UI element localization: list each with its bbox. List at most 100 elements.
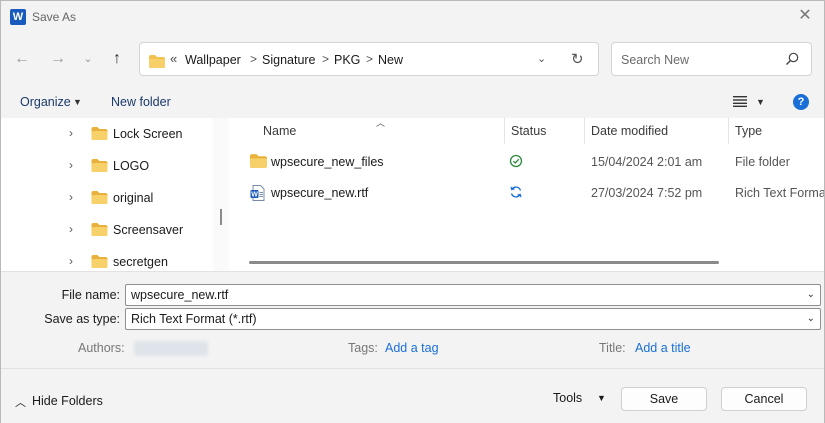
available-status-icon: [509, 154, 523, 168]
sync-status-icon: [510, 186, 522, 198]
command-bar: Organize ▼ New folder ▼ ?: [1, 87, 824, 117]
tree-item-label: secretgen: [113, 255, 168, 269]
file-row[interactable]: wpsecure_new_files 15/04/2024 2:01 am Fi…: [229, 147, 824, 177]
tree-item[interactable]: › original: [1, 183, 213, 211]
save-button[interactable]: Save: [621, 387, 707, 411]
hide-folders-button[interactable]: ︿ Hide Folders: [15, 394, 105, 410]
folder-icon: [91, 127, 108, 140]
chevron-down-icon[interactable]: ⌄: [807, 289, 815, 300]
recent-locations-chevron-icon[interactable]: ⌄: [76, 47, 100, 71]
breadcrumb-prefix[interactable]: «: [170, 51, 177, 66]
chevron-right-icon[interactable]: ›: [69, 254, 73, 268]
add-title-link[interactable]: Add a title: [635, 341, 691, 355]
window-title: Save As: [32, 10, 77, 24]
chevron-right-icon[interactable]: ›: [69, 158, 73, 172]
tree-item-label: Lock Screen: [113, 127, 183, 141]
navigation-pane[interactable]: › Lock Screen › LOGO › original › Screen…: [1, 118, 229, 271]
tree-item[interactable]: › secretgen: [1, 247, 213, 271]
column-header-status[interactable]: Status: [511, 124, 546, 138]
breadcrumb-signature[interactable]: Signature: [262, 53, 316, 67]
new-folder-button[interactable]: New folder: [111, 95, 171, 109]
file-name: wpsecure_new_files: [271, 155, 384, 169]
help-icon[interactable]: ?: [793, 94, 809, 110]
add-tag-link[interactable]: Add a tag: [385, 341, 439, 355]
back-arrow-icon[interactable]: ←: [10, 47, 34, 71]
author-value[interactable]: [134, 341, 208, 356]
navigation-pane-scrollbar[interactable]: [213, 118, 229, 271]
column-header-type[interactable]: Type: [735, 124, 762, 138]
title-bar: W Save As ✕: [1, 1, 824, 33]
chevron-right-icon[interactable]: ›: [69, 190, 73, 204]
save-as-dialog: W Save As ✕ ← → ⌄ ↑ « Wallpaper > Signat…: [0, 0, 825, 423]
hide-folders-label: Hide Folders: [32, 394, 103, 408]
caret-down-icon[interactable]: ▼: [597, 393, 606, 403]
close-icon[interactable]: ✕: [794, 6, 816, 28]
column-divider[interactable]: [504, 118, 505, 144]
search-icon[interactable]: [785, 52, 799, 66]
file-name-field[interactable]: wpsecure_new.rtf ⌄: [125, 284, 821, 306]
search-placeholder: Search New: [621, 53, 690, 67]
tree-item[interactable]: › LOGO: [1, 151, 213, 179]
breadcrumb-pkg[interactable]: PKG: [334, 53, 360, 67]
caret-down-icon[interactable]: ▼: [756, 97, 765, 107]
column-header-date-modified[interactable]: Date modified: [591, 124, 668, 138]
column-header-name[interactable]: Name: [263, 124, 296, 138]
scrollbar-thumb[interactable]: [220, 209, 222, 225]
organize-button[interactable]: Organize: [20, 95, 71, 109]
folder-icon: [91, 223, 108, 236]
file-type: File folder: [735, 155, 790, 169]
breadcrumb-separator[interactable]: >: [250, 52, 257, 66]
folder-icon: [250, 154, 267, 168]
save-as-type-label: Save as type:: [44, 312, 120, 326]
breadcrumb-separator[interactable]: >: [366, 52, 373, 66]
authors-label: Authors:: [78, 341, 125, 355]
forward-arrow-icon[interactable]: →: [46, 47, 70, 71]
folder-icon: [91, 159, 108, 172]
file-list[interactable]: Name ︿ Status Date modified Type wpsecur…: [229, 118, 824, 271]
caret-down-icon[interactable]: ▼: [73, 97, 82, 107]
view-options-icon[interactable]: [733, 95, 747, 107]
chevron-right-icon[interactable]: ›: [69, 126, 73, 140]
title-label: Title:: [599, 341, 626, 355]
up-arrow-icon[interactable]: ↑: [105, 47, 129, 71]
save-as-type-value: Rich Text Format (*.rtf): [131, 312, 257, 326]
sort-ascending-icon: ︿: [376, 118, 386, 128]
chevron-down-icon[interactable]: ⌄: [807, 313, 815, 324]
file-name: wpsecure_new.rtf: [271, 186, 369, 200]
dialog-footer: ︿ Hide Folders Tools ▼ Save Cancel: [1, 368, 824, 423]
chevron-up-icon: ︿: [15, 397, 26, 409]
tree-item-label: original: [113, 191, 154, 205]
save-options-form: File name: wpsecure_new.rtf ⌄ Save as ty…: [1, 271, 824, 367]
file-date-modified: 27/03/2024 7:52 pm: [591, 186, 703, 200]
tree-item[interactable]: › Screensaver: [1, 215, 213, 243]
file-name-value[interactable]: wpsecure_new.rtf: [131, 288, 228, 302]
column-divider[interactable]: [728, 118, 729, 144]
tags-label: Tags:: [348, 341, 378, 355]
horizontal-scrollbar[interactable]: [249, 261, 719, 264]
word-document-icon: W: [250, 185, 265, 201]
address-dropdown-chevron-icon[interactable]: ⌄: [537, 52, 546, 65]
breadcrumb-separator[interactable]: >: [322, 52, 329, 66]
file-name-label: File name:: [61, 288, 120, 302]
folder-icon: [149, 55, 165, 68]
tree-item-label: Screensaver: [113, 223, 184, 237]
file-row[interactable]: W wpsecure_new.rtf 27/03/2024 7:52 pm Ri…: [229, 178, 824, 208]
chevron-right-icon[interactable]: ›: [69, 222, 73, 236]
tree-item-label: LOGO: [113, 159, 150, 173]
column-divider[interactable]: [584, 118, 585, 144]
folder-icon: [91, 255, 108, 268]
breadcrumb-wallpaper[interactable]: Wallpaper: [185, 53, 241, 67]
word-app-icon: W: [10, 9, 26, 25]
svg-text:W: W: [251, 192, 258, 199]
folder-icon: [91, 191, 108, 204]
save-as-type-select[interactable]: Rich Text Format (*.rtf) ⌄: [125, 308, 821, 330]
address-bar[interactable]: « Wallpaper > Signature > PKG > New ⌄ ↻: [139, 42, 599, 76]
refresh-icon[interactable]: ↻: [571, 50, 584, 68]
file-date-modified: 15/04/2024 2:01 am: [591, 155, 703, 169]
cancel-button[interactable]: Cancel: [721, 387, 807, 411]
search-input[interactable]: Search New: [611, 42, 812, 76]
tree-item[interactable]: › Lock Screen: [1, 119, 213, 147]
navigation-bar: ← → ⌄ ↑ « Wallpaper > Signature > PKG > …: [1, 39, 824, 77]
breadcrumb-new[interactable]: New: [378, 53, 403, 67]
tools-button[interactable]: Tools: [553, 391, 582, 405]
